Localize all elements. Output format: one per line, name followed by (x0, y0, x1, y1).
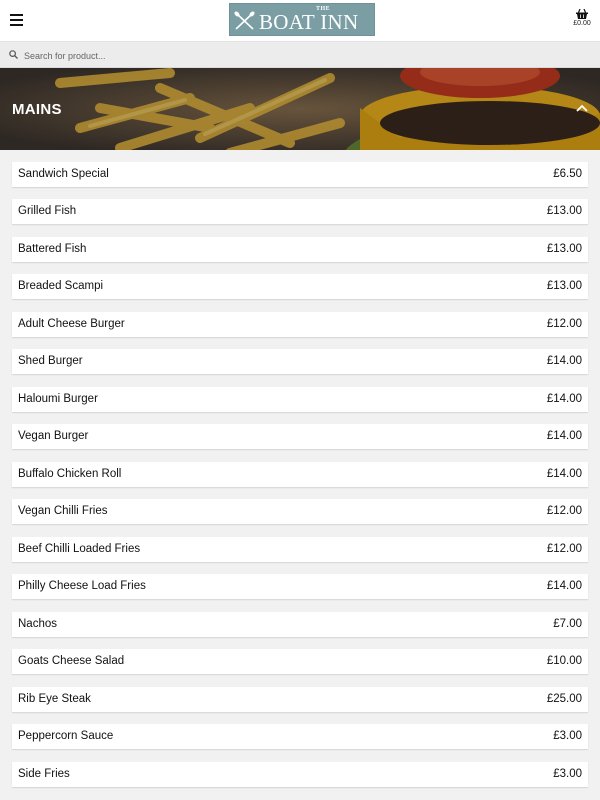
menu-item-row[interactable]: Beef Chilli Loaded Fries £12.00 (12, 537, 588, 562)
menu-item-name: Nachos (18, 618, 57, 630)
search-bar (0, 41, 600, 68)
menu-item-price: £14.00 (546, 430, 582, 442)
menu-item-name: Haloumi Burger (18, 393, 98, 405)
menu-item-row[interactable]: Goats Cheese Salad £10.00 (12, 649, 588, 674)
menu-item-price: £13.00 (546, 280, 582, 292)
menu-item-price: £12.00 (546, 543, 582, 555)
menu-item-name: Battered Fish (18, 243, 87, 255)
menu-item-row[interactable]: Vegan Burger £14.00 (12, 424, 588, 449)
cart-button[interactable]: £0.00 (569, 9, 595, 33)
mains-category-banner[interactable]: MAINS (0, 68, 600, 150)
menu-item-name: Grilled Fish (18, 205, 77, 217)
search-icon (9, 50, 18, 59)
basket-icon (576, 9, 588, 19)
cart-total: £0.00 (573, 20, 591, 27)
menu-item-name: Beef Chilli Loaded Fries (18, 543, 141, 555)
menu-item-name: Sandwich Special (18, 168, 109, 180)
menu-item-name: Philly Cheese Load Fries (18, 580, 146, 592)
section-title: MAINS (12, 101, 62, 118)
menu-item-row[interactable]: Haloumi Burger £14.00 (12, 387, 588, 412)
menu-item-price: £13.00 (546, 243, 582, 255)
menu-item-row[interactable]: Rib Eye Steak £25.00 (12, 687, 588, 712)
hamburger-menu-icon[interactable] (10, 14, 23, 26)
menu-item-price: £14.00 (546, 580, 582, 592)
menu-item-price: £7.00 (553, 618, 582, 630)
menu-item-row[interactable]: Shed Burger £14.00 (12, 349, 588, 374)
menu-item-price: £6.50 (553, 168, 582, 180)
menu-item-name: Adult Cheese Burger (18, 318, 125, 330)
menu-item-price: £14.00 (546, 468, 582, 480)
menu-item-name: Shed Burger (18, 355, 83, 367)
menu-item-name: Vegan Burger (18, 430, 89, 442)
menu-item-name: Buffalo Chicken Roll (18, 468, 122, 480)
menu-item-row[interactable]: Philly Cheese Load Fries £14.00 (12, 574, 588, 599)
chevron-up-icon[interactable] (576, 104, 588, 112)
menu-item-price: £25.00 (546, 693, 582, 705)
menu-item-name: Breaded Scampi (18, 280, 104, 292)
menu-item-row[interactable]: Adult Cheese Burger £12.00 (12, 312, 588, 337)
logo-name-text: BOAT INN (259, 10, 359, 34)
menu-item-row[interactable]: Peppercorn Sauce £3.00 (12, 724, 588, 749)
search-input[interactable] (24, 47, 584, 64)
menu-item-price: £3.00 (553, 768, 582, 780)
menu-item-price: £12.00 (546, 505, 582, 517)
menu-item-price: £12.00 (546, 318, 582, 330)
menu-item-row[interactable]: Buffalo Chicken Roll £14.00 (12, 462, 588, 487)
menu-item-name: Side Fries (18, 768, 70, 780)
menu-item-row[interactable]: Battered Fish £13.00 (12, 237, 588, 262)
menu-item-row[interactable]: Side Fries £3.00 (12, 762, 588, 787)
menu-item-name: Goats Cheese Salad (18, 655, 125, 667)
menu-item-price: £10.00 (546, 655, 582, 667)
menu-item-row[interactable]: Grilled Fish £13.00 (12, 199, 588, 224)
menu-item-row[interactable]: Nachos £7.00 (12, 612, 588, 637)
menu-item-row[interactable]: Breaded Scampi £13.00 (12, 274, 588, 299)
top-bar: THE BOAT INN £0.00 (0, 0, 600, 41)
banner-overlay (0, 68, 600, 150)
menu-item-name: Rib Eye Steak (18, 693, 91, 705)
menu-item-name: Vegan Chilli Fries (18, 505, 108, 517)
menu-item-price: £14.00 (546, 393, 582, 405)
menu-item-price: £3.00 (553, 730, 582, 742)
menu-item-row[interactable]: Sandwich Special £6.50 (12, 162, 588, 187)
menu-item-price: £13.00 (546, 205, 582, 217)
menu-item-name: Peppercorn Sauce (18, 730, 114, 742)
menu-item-price: £14.00 (546, 355, 582, 367)
boat-inn-logo[interactable]: THE BOAT INN (229, 3, 375, 36)
menu-item-row[interactable]: Vegan Chilli Fries £12.00 (12, 499, 588, 524)
crossed-oars-emblem-icon (234, 11, 255, 30)
